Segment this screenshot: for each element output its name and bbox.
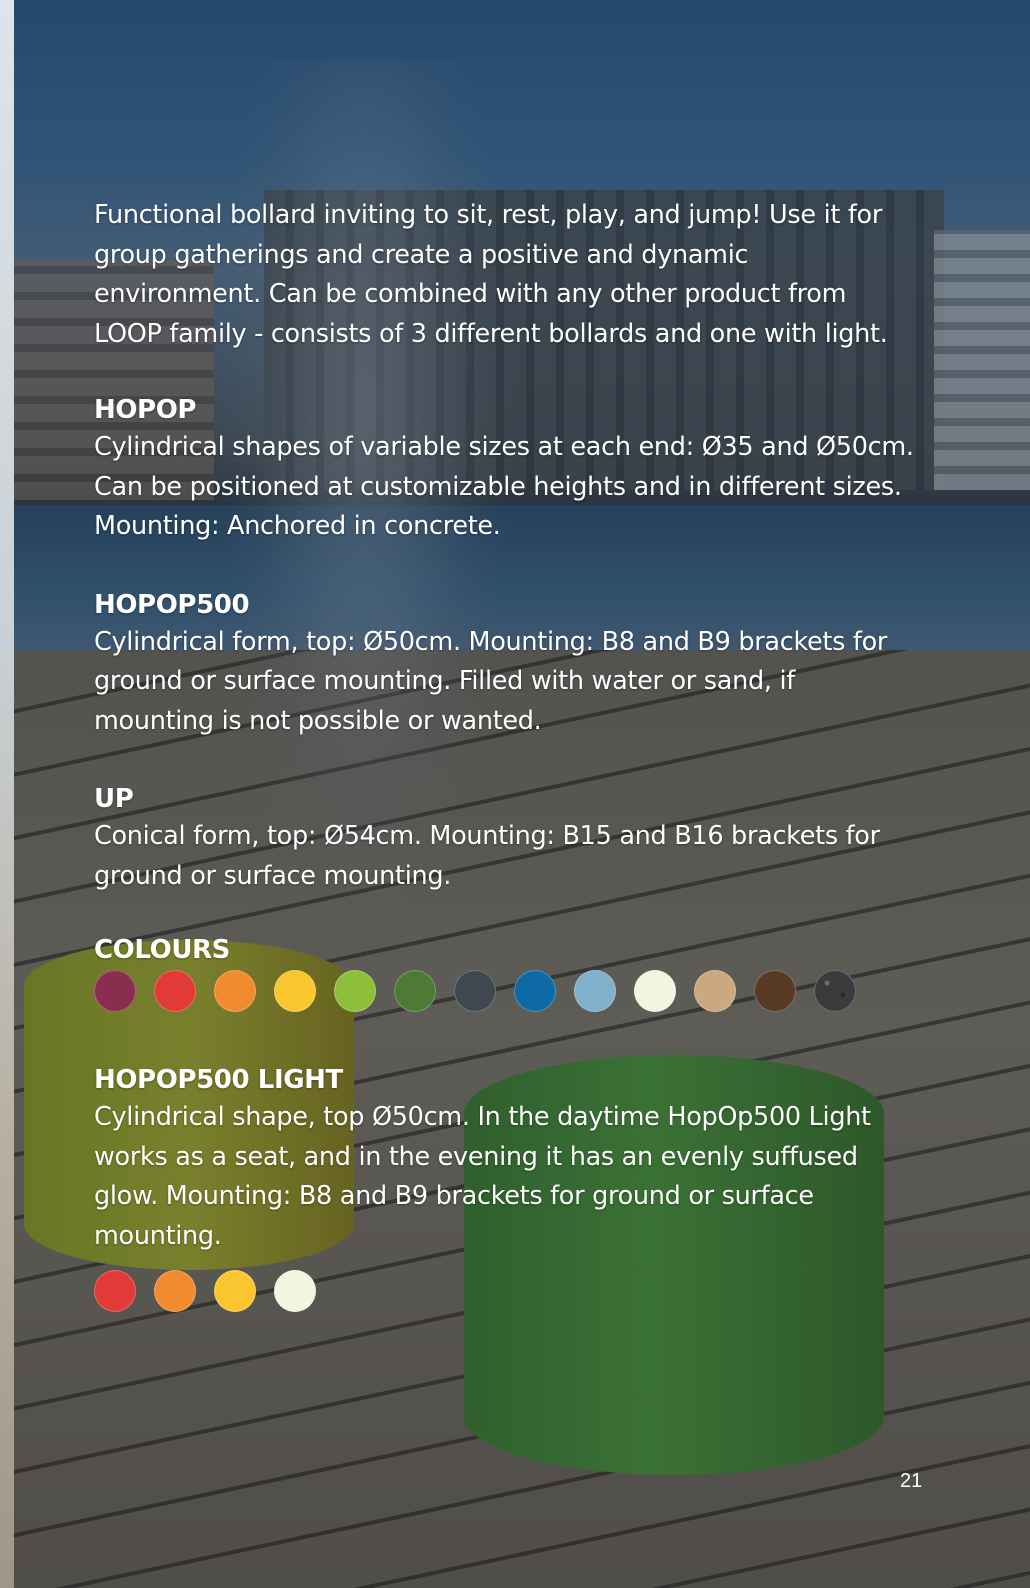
- colour-swatch-11: [694, 970, 736, 1012]
- heading-hopop500: HOPOP500: [94, 589, 250, 620]
- left-page-edge: [0, 0, 14, 1588]
- text-content: Functional bollard inviting to sit, rest…: [94, 196, 914, 1314]
- heading-colours: COLOURS: [94, 935, 230, 965]
- text-hopop500-light: Cylindrical shape, top Ø50cm. In the day…: [94, 1102, 871, 1251]
- colour-swatches: [94, 968, 914, 1014]
- colour-swatch-7: [454, 970, 496, 1012]
- page-number: 21: [900, 1470, 923, 1492]
- colour-swatch-6: [394, 970, 436, 1012]
- colour-swatch-5: [334, 970, 376, 1012]
- heading-up: UP: [94, 784, 134, 814]
- light-colour-swatch-3: [214, 1270, 256, 1312]
- heading-hopop500-light: HOPOP500 LIGHT: [94, 1065, 343, 1095]
- light-colour-swatch-4: [274, 1270, 316, 1312]
- text-hopop500: Cylindrical form, top: Ø50cm. Mounting: …: [94, 626, 888, 736]
- colour-swatch-8: [514, 970, 556, 1012]
- colour-swatch-9: [574, 970, 616, 1012]
- colour-swatch-12: [754, 970, 796, 1012]
- light-colour-swatch-1: [94, 1270, 136, 1312]
- text-up: Conical form, top: Ø54cm. Mounting: B15 …: [94, 821, 880, 891]
- colour-swatch-3: [214, 970, 256, 1012]
- intro-text: Functional bollard inviting to sit, rest…: [94, 200, 888, 349]
- heading-hopop: HOPOP: [94, 395, 197, 425]
- colour-swatch-10: [634, 970, 676, 1012]
- colour-swatch-1: [94, 970, 136, 1012]
- colour-swatch-13: [814, 970, 856, 1012]
- text-hopop: Cylindrical shapes of variable sizes at …: [94, 432, 914, 541]
- colour-swatch-2: [154, 970, 196, 1012]
- light-colour-swatch-2: [154, 1270, 196, 1312]
- light-colour-swatches: [94, 1268, 914, 1314]
- colour-swatch-4: [274, 970, 316, 1012]
